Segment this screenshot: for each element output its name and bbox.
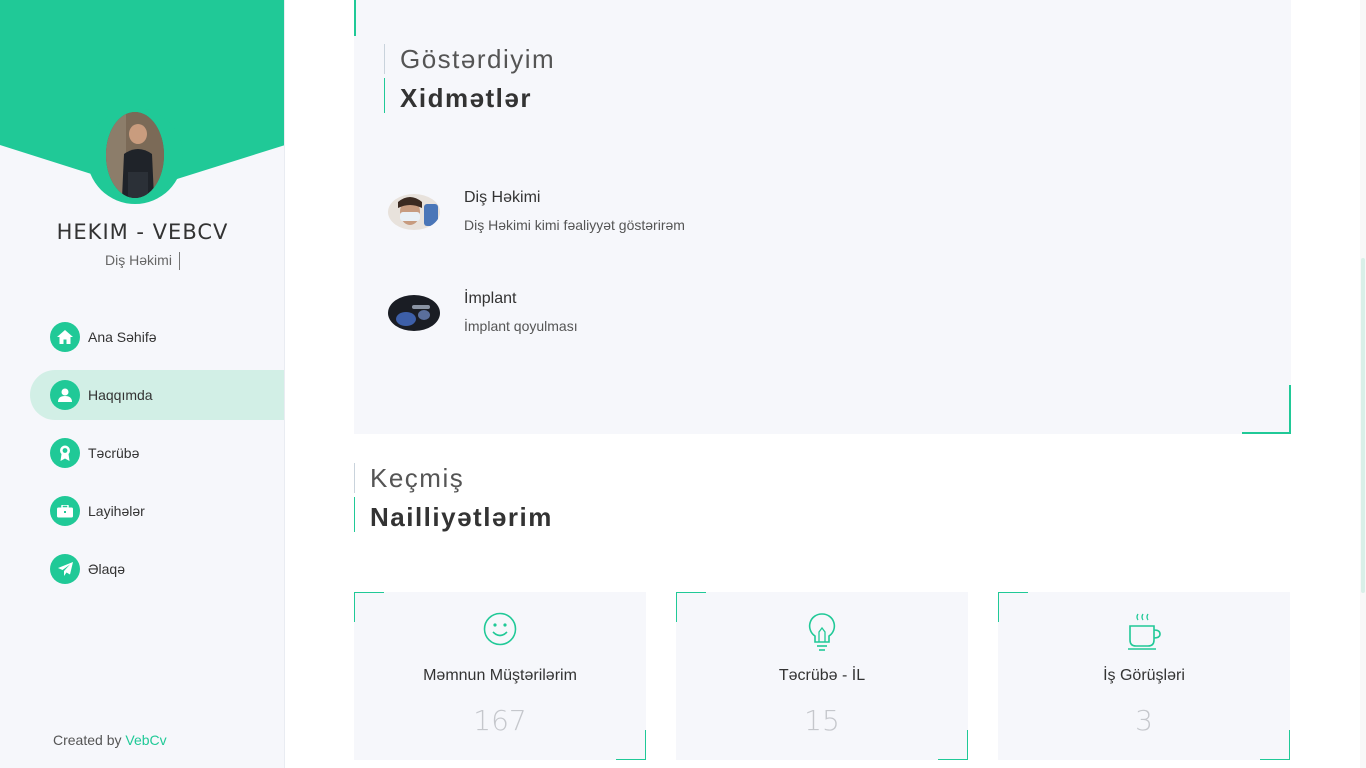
nav-label: Layihələr [88,503,145,519]
heading-bar [354,497,355,532]
services-heading: Göstərdiyim Xidmətlər [384,44,684,116]
stat-value: 3 [1135,704,1153,737]
achievements-title: Nailliyətlərim [370,502,553,532]
nav-item-home[interactable]: Ana Səhifə [30,312,284,362]
stat-card: İş Görüşləri 3 [998,592,1290,760]
corner-accent [1242,432,1291,434]
coffee-cup-icon [998,612,1290,650]
stat-label: Təcrübə - İL [778,667,866,684]
stat-card: Təcrübə - İL 15 [676,592,968,760]
home-icon [50,322,80,352]
scrollbar-thumb[interactable] [1361,258,1365,593]
nav-label: Haqqımda [88,387,153,403]
nav-label: Təcrübə [88,445,140,461]
sidebar: HEKIM - VEBCV Diş Həkimi Ana Səhifə Haqq… [0,0,285,768]
site-name: HEKIM - VEBCV [56,220,229,244]
service-item: İmplant İmplant qoyulması [385,290,1085,350]
achievements-subtitle: Keçmiş [370,463,465,493]
services-subtitle: Göstərdiyim [400,44,556,74]
stat-label: Məmnun Müştərilərim [423,667,577,684]
site-role: Diş Həkimi [0,252,284,271]
stat-value: 167 [473,704,527,737]
award-icon [50,438,80,468]
corner-accent [354,0,356,36]
smile-icon [354,612,646,646]
paper-plane-icon [50,554,80,584]
sidebar-nav: Ana Səhifə Haqqımda Təcrübə Layihələr Əl… [30,312,284,602]
briefcase-icon [50,496,80,526]
typing-cursor [178,252,180,271]
service-item: Diş Həkimi Diş Həkimi kimi fəaliyyət gös… [385,189,1085,249]
service-thumbnail [388,295,440,331]
nav-item-projects[interactable]: Layihələr [30,486,284,536]
lightbulb-icon [676,612,968,652]
nav-item-contact[interactable]: Əlaqə [30,544,284,594]
stat-value: 15 [804,704,840,737]
nav-item-experience[interactable]: Təcrübə [30,428,284,478]
credit-text: Created by [53,732,122,748]
avatar [106,112,164,198]
achievements-heading: Keçmiş Nailliyətlərim [354,463,674,535]
stat-card: Məmnun Müştərilərim 167 [354,592,646,760]
footer-credit: Created by VebCv [53,732,167,748]
nav-item-about[interactable]: Haqqımda [30,370,284,420]
service-title: İmplant [464,290,517,307]
nav-label: Ana Səhifə [88,329,157,345]
service-title: Diş Həkimi [464,189,541,206]
corner-accent [1289,385,1291,434]
heading-bar [384,44,385,74]
service-description: İmplant qoyulması [464,318,578,334]
user-icon [50,380,80,410]
credit-link[interactable]: VebCv [125,732,166,748]
stat-label: İş Görüşləri [1103,667,1185,684]
service-description: Diş Həkimi kimi fəaliyyət göstərirəm [464,217,685,233]
role-text: Diş Həkimi [105,252,172,268]
service-thumbnail [388,194,440,230]
nav-label: Əlaqə [88,561,126,577]
heading-bar [384,78,385,113]
heading-bar [354,463,355,493]
services-title: Xidmətlər [400,83,532,113]
